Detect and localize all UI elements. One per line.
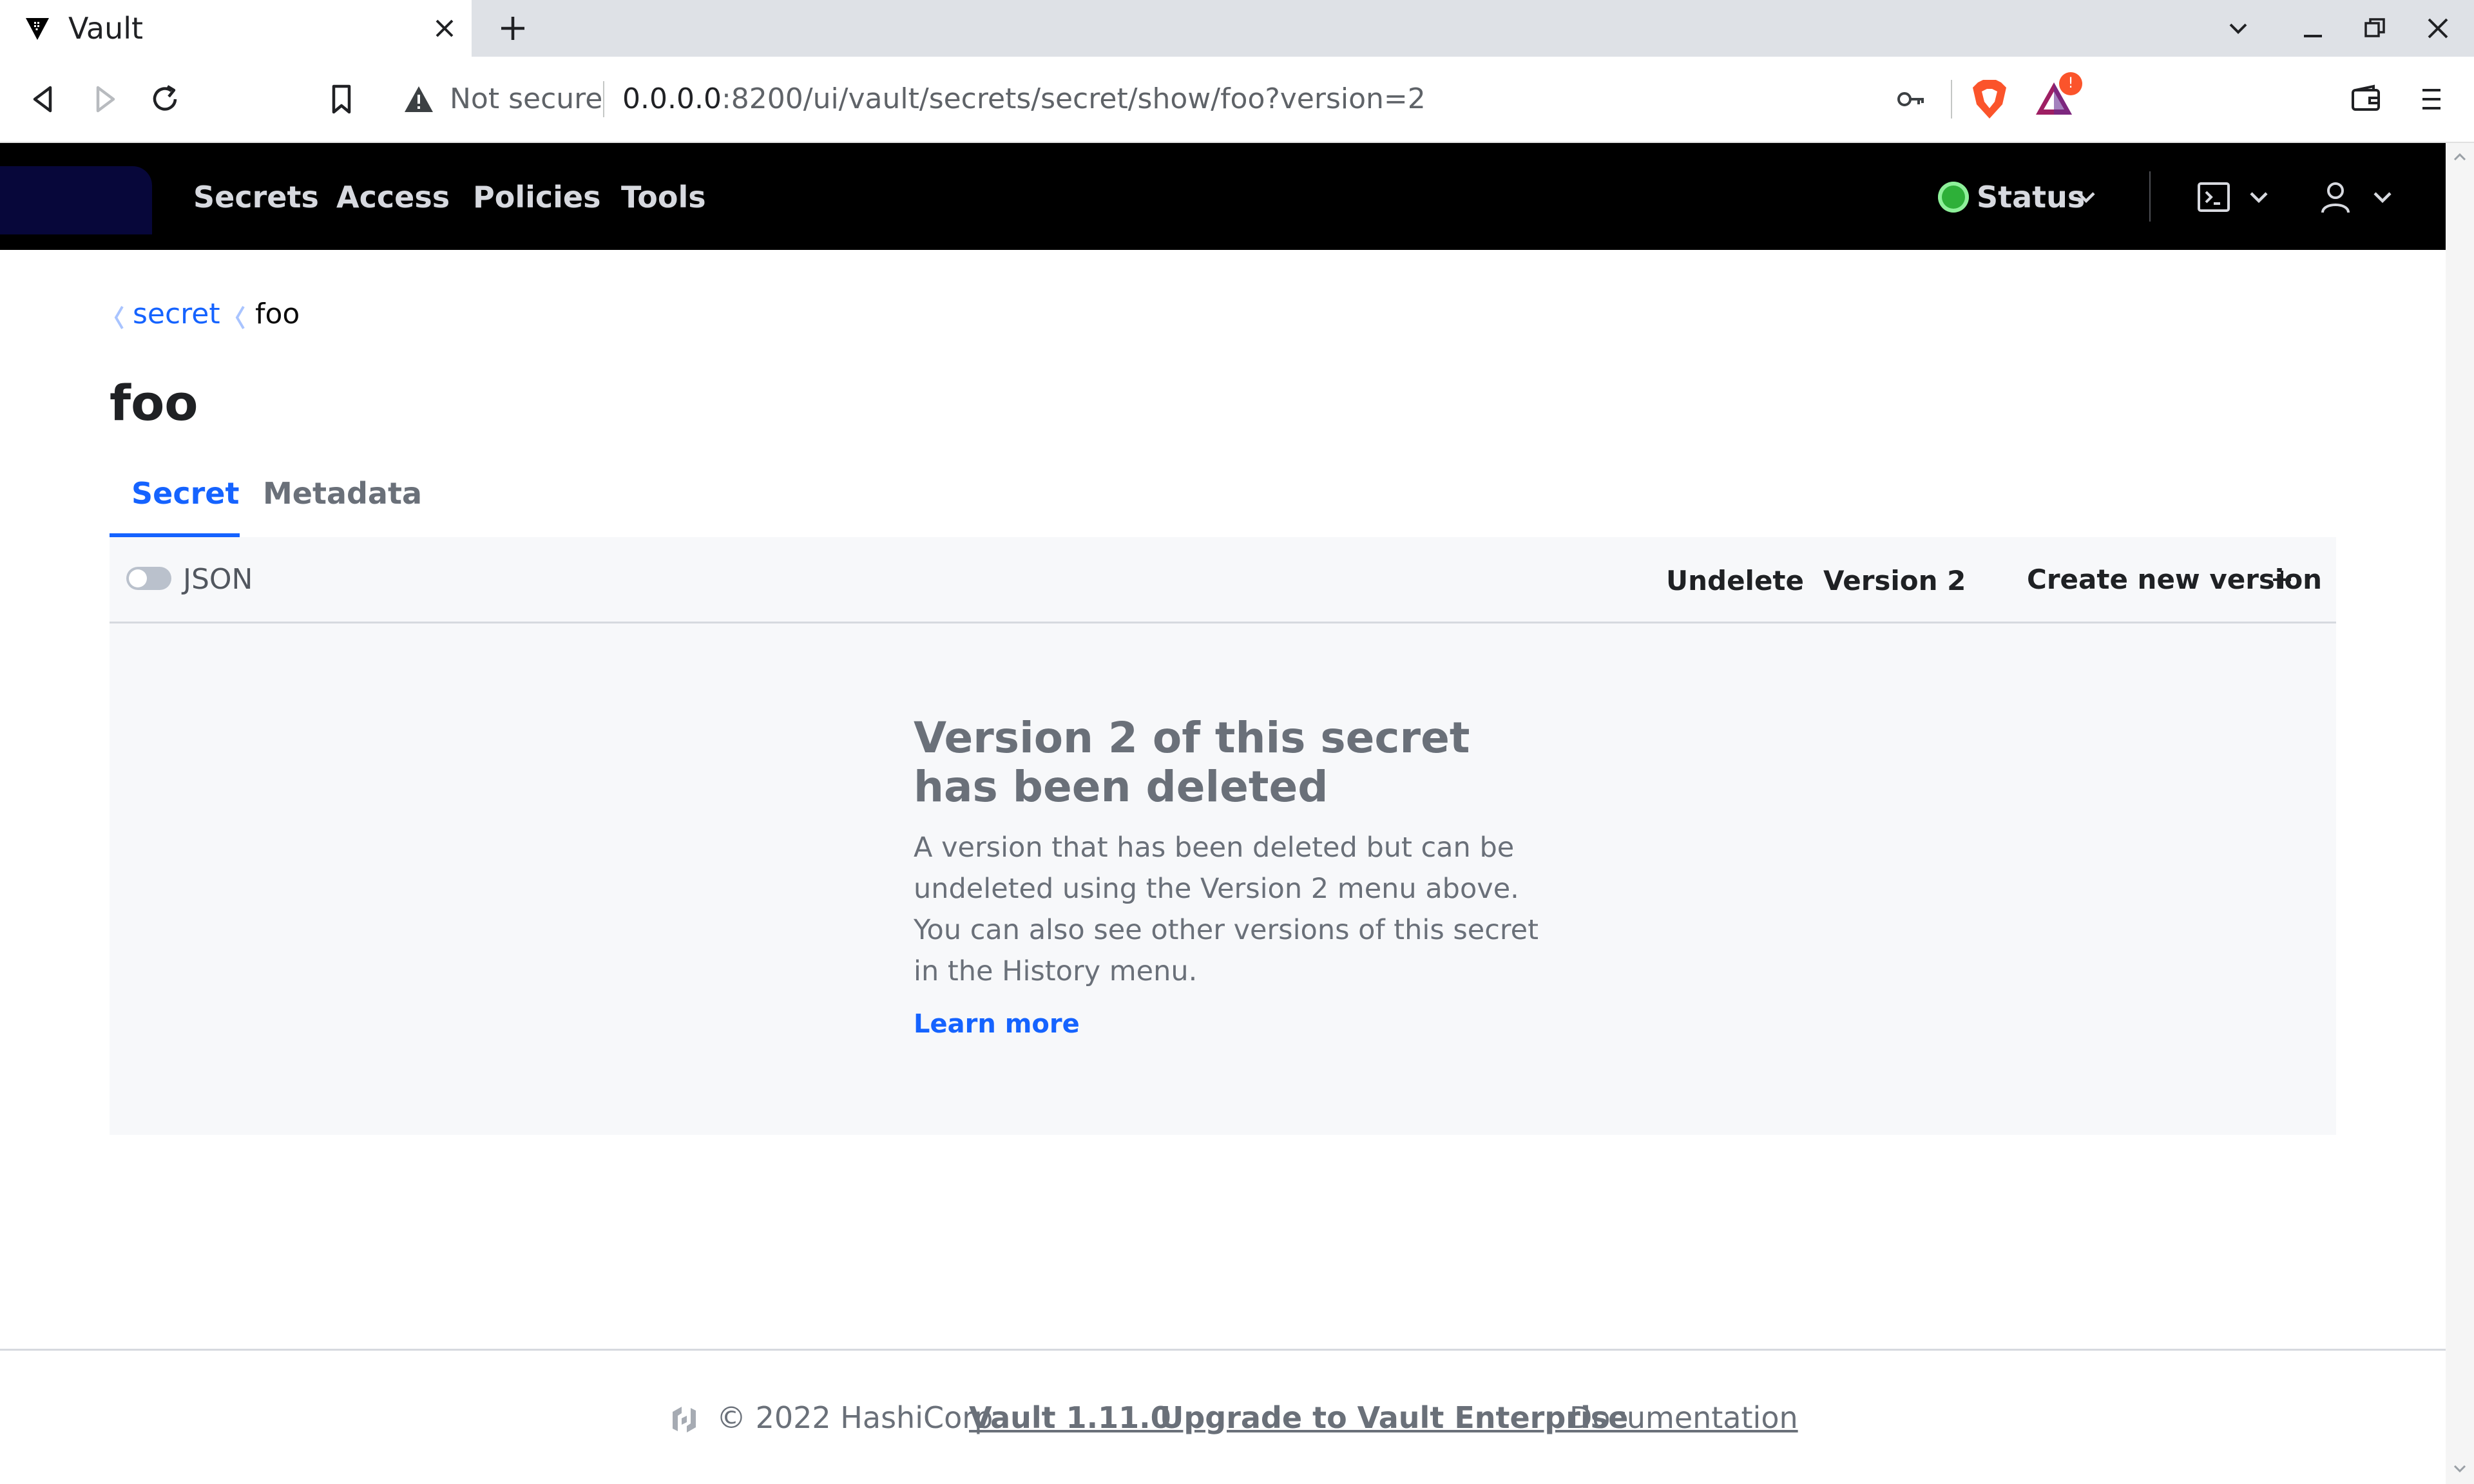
console-icon[interactable] xyxy=(2197,182,2230,213)
close-window-icon[interactable] xyxy=(2424,14,2452,43)
breadcrumb-chevron-icon xyxy=(114,305,124,330)
nav-divider xyxy=(2149,171,2151,222)
plus-icon[interactable] xyxy=(2270,568,2294,591)
tab-metadata[interactable]: Metadata xyxy=(263,473,422,514)
minimize-window-icon[interactable] xyxy=(2299,14,2327,43)
tab-search-chevron-icon[interactable] xyxy=(2224,14,2252,43)
hashicorp-logo-icon xyxy=(673,1407,696,1432)
brave-shields-icon[interactable] xyxy=(1970,79,2009,120)
footer-version-link[interactable]: Vault 1.11.0 xyxy=(969,1395,1171,1440)
wallet-icon[interactable] xyxy=(2348,81,2384,117)
browser-tab-title: Vault xyxy=(68,11,144,46)
json-toggle-label[interactable]: JSON xyxy=(183,560,253,599)
nav-link-policies[interactable]: Policies xyxy=(473,176,600,218)
restore-window-icon[interactable] xyxy=(2361,14,2389,43)
page-scrollbar[interactable] xyxy=(2446,143,2474,1484)
browser-tab-vault[interactable]: Vault xyxy=(0,0,472,57)
status-menu[interactable]: Status xyxy=(1977,176,2085,218)
undelete-button[interactable]: Undelete xyxy=(1666,562,1804,600)
footer-divider xyxy=(0,1349,2446,1351)
vault-favicon-icon xyxy=(26,18,49,40)
reload-icon[interactable] xyxy=(147,81,183,117)
user-icon[interactable] xyxy=(2319,180,2352,214)
status-indicator-icon xyxy=(1938,182,1969,213)
url-text[interactable]: 0.0.0.0:8200/ui/vault/secrets/secret/sho… xyxy=(622,81,1426,117)
scroll-down-icon[interactable] xyxy=(2452,1461,2468,1476)
json-toggle-knob xyxy=(129,569,147,587)
address-bar-divider xyxy=(603,81,604,117)
back-icon[interactable] xyxy=(26,81,62,117)
empty-state-title: Version 2 of this secret has been delete… xyxy=(914,713,1470,812)
footer-upgrade-link[interactable]: Upgrade to Vault Enterprise xyxy=(1160,1395,1628,1440)
breadcrumb-current: foo xyxy=(255,298,300,330)
bookmark-icon[interactable] xyxy=(323,81,360,117)
secret-toolbar: JSON Undelete Version 2 Create new versi… xyxy=(110,537,2336,623)
nav-link-tools[interactable]: Tools xyxy=(621,176,706,218)
footer-documentation-link[interactable]: Documentation xyxy=(1569,1395,1798,1440)
security-status[interactable]: Not secure xyxy=(450,81,602,117)
learn-more-link[interactable]: Learn more xyxy=(914,1006,1080,1042)
chevron-down-icon[interactable] xyxy=(2073,184,2099,210)
new-tab-icon[interactable] xyxy=(496,12,530,45)
vault-navbar: Secrets Access Policies Tools Status xyxy=(0,143,2446,250)
scroll-up-icon[interactable] xyxy=(2452,149,2468,165)
url-path: :8200/ui/vault/secrets/secret/show/foo?v… xyxy=(721,82,1426,115)
key-icon[interactable] xyxy=(1895,84,1926,115)
menu-icon[interactable] xyxy=(2413,81,2450,117)
breadcrumb-chevron-icon xyxy=(235,305,245,330)
page-title: foo xyxy=(110,374,198,432)
page-footer: © 2022 HashiCorp Vault 1.11.0 Upgrade to… xyxy=(0,1395,2446,1440)
breadcrumb-link-secret[interactable]: secret xyxy=(133,295,220,334)
extension-divider xyxy=(1951,80,1952,119)
json-toggle[interactable] xyxy=(126,567,171,590)
chevron-down-icon[interactable] xyxy=(2370,184,2395,210)
footer-copyright: © 2022 HashiCorp xyxy=(716,1400,993,1435)
url-host: 0.0.0.0 xyxy=(622,82,722,115)
close-tab-icon[interactable] xyxy=(430,14,459,43)
vault-logo[interactable] xyxy=(0,166,152,234)
chevron-down-icon[interactable] xyxy=(2246,184,2272,210)
secret-tabs: Secret Metadata xyxy=(110,460,2336,537)
browser-tabstrip: Vault xyxy=(0,0,2474,57)
browser-toolbar: Not secure 0.0.0.0:8200/ui/vault/secrets… xyxy=(0,57,2474,143)
empty-state-message: A version that has been deleted but can … xyxy=(914,832,1539,987)
tab-secret[interactable]: Secret xyxy=(131,473,239,514)
version-menu-button[interactable]: Version 2 xyxy=(1823,562,1966,600)
address-bar[interactable]: Not secure 0.0.0.0:8200/ui/vault/secrets… xyxy=(384,64,2090,134)
rewards-badge: ! xyxy=(2059,72,2082,95)
forward-icon[interactable] xyxy=(86,81,122,117)
warning-icon[interactable] xyxy=(403,84,434,115)
nav-link-access[interactable]: Access xyxy=(336,176,450,218)
empty-state-panel: Version 2 of this secret has been delete… xyxy=(110,623,2336,1135)
nav-link-secrets[interactable]: Secrets xyxy=(193,176,319,218)
